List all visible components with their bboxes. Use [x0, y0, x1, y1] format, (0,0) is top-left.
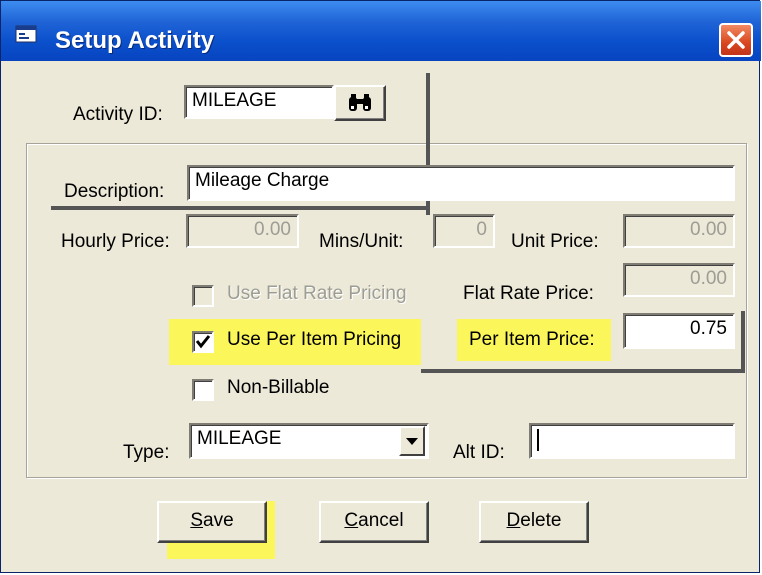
flat-rate-price-field: 0.00 [623, 263, 735, 297]
alt-id-label: Alt ID: [453, 442, 505, 463]
save-label: ave [203, 510, 234, 531]
lookup-button[interactable] [334, 85, 386, 121]
callout-frame [741, 311, 745, 373]
hourly-price-field: 0.00 [186, 214, 299, 248]
delete-button[interactable]: Delete [479, 501, 589, 543]
save-button[interactable]: Save [157, 501, 267, 543]
setup-activity-window: Setup Activity Activity ID: MILEAGE Desc… [0, 0, 761, 573]
flat-rate-price-label: Flat Rate Price: [463, 283, 594, 304]
save-mnemonic: S [190, 510, 204, 531]
window-title: Setup Activity [55, 27, 215, 54]
activity-id-label: Activity ID: [73, 104, 163, 125]
non-billable-checkbox[interactable] [192, 379, 214, 401]
flat-rate-checkbox[interactable] [192, 285, 214, 307]
callout-frame [51, 206, 429, 210]
close-button[interactable] [719, 23, 753, 57]
delete-label: elete [520, 510, 562, 531]
close-icon [727, 31, 745, 49]
flat-rate-label: Use Flat Rate Pricing [227, 283, 407, 304]
text-cursor [537, 429, 539, 451]
per-item-price-label: Per Item Price: [469, 329, 595, 350]
window-icon [15, 25, 37, 43]
non-billable-label: Non-Billable [227, 377, 330, 398]
hourly-price-label: Hourly Price: [61, 231, 170, 252]
type-label: Type: [123, 442, 170, 463]
mins-unit-label: Mins/Unit: [319, 231, 404, 252]
cancel-button[interactable]: Cancel [319, 501, 429, 543]
per-item-price-field[interactable]: 0.75 [623, 313, 735, 349]
description-label: Description: [64, 181, 165, 202]
activity-id-field[interactable]: MILEAGE [184, 85, 334, 119]
cancel-label: ancel [358, 510, 404, 531]
title-bar: Setup Activity [1, 1, 761, 61]
mins-unit-field: 0 [433, 214, 495, 248]
cancel-mnemonic: C [344, 510, 359, 531]
callout-frame [421, 369, 745, 373]
checkmark-icon [195, 335, 211, 349]
unit-price-field: 0.00 [623, 214, 735, 248]
per-item-checkbox[interactable] [192, 331, 214, 353]
type-dropdown[interactable]: MILEAGE [189, 423, 429, 459]
binoculars-icon [349, 94, 371, 111]
per-item-label: Use Per Item Pricing [227, 329, 402, 350]
delete-mnemonic: D [506, 510, 521, 531]
chevron-down-icon [406, 438, 418, 445]
type-selected-value: MILEAGE [197, 428, 282, 449]
alt-id-field[interactable] [529, 423, 735, 459]
type-dropdown-button[interactable] [399, 426, 425, 456]
description-field[interactable]: Mileage Charge [187, 165, 735, 201]
unit-price-label: Unit Price: [511, 231, 599, 252]
